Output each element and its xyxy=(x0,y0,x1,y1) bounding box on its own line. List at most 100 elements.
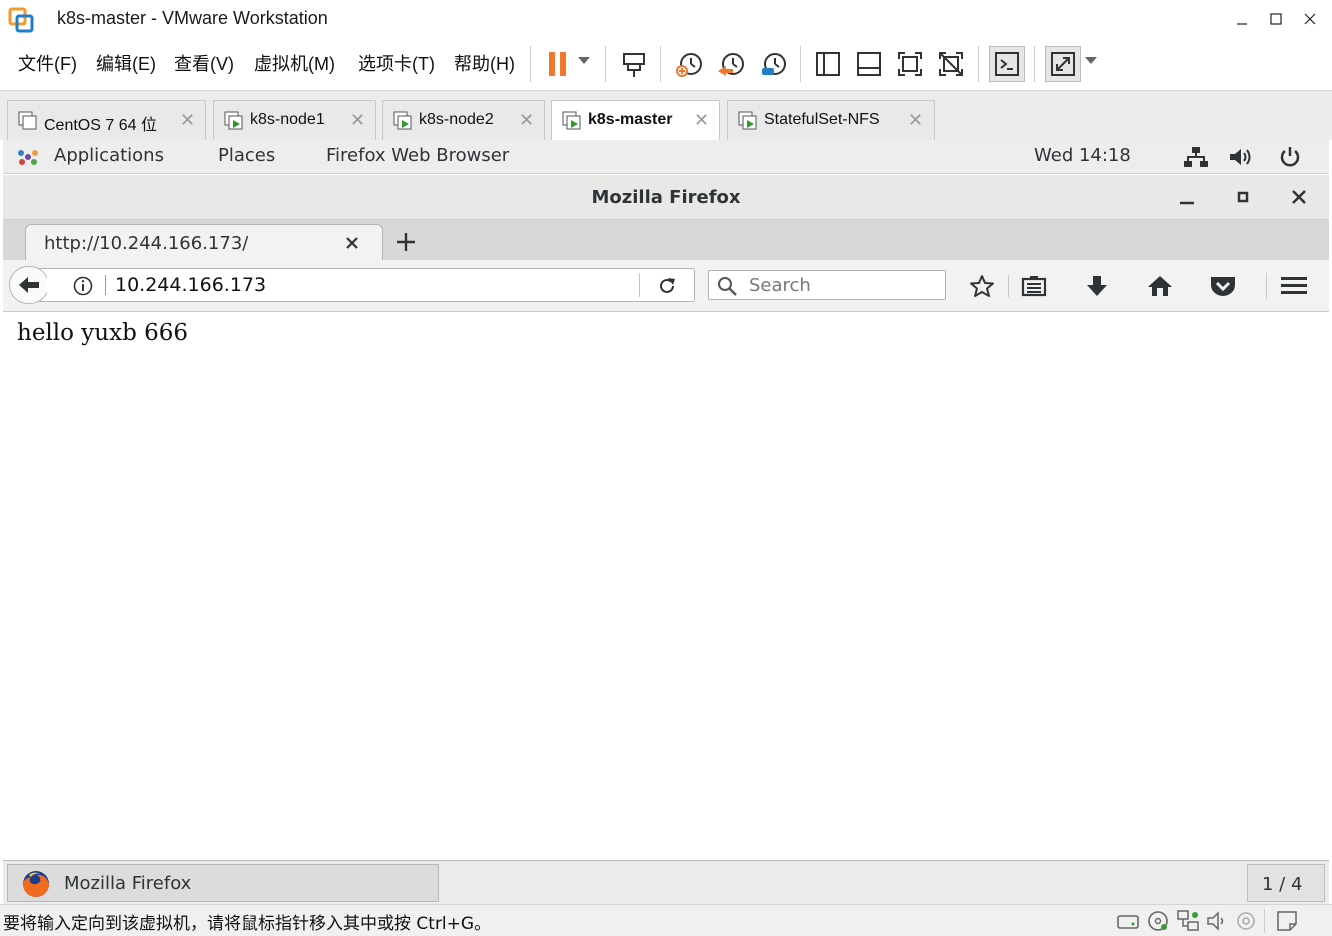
vm-tab-label: CentOS 7 64 位 xyxy=(44,117,157,134)
close-button[interactable] xyxy=(1296,6,1324,32)
cd-dvd-icon[interactable] xyxy=(1146,909,1170,933)
vm-tab[interactable]: k8s-node1 ✕ xyxy=(213,100,376,140)
pause-icon[interactable] xyxy=(540,46,576,82)
console-view-icon[interactable] xyxy=(989,46,1025,82)
menu-edit[interactable]: 编辑(E) xyxy=(96,50,156,76)
search-input[interactable]: Search xyxy=(708,270,946,300)
snapshot-manager-icon[interactable] xyxy=(756,46,792,82)
vmware-logo-icon xyxy=(8,7,34,33)
unity-mode-icon[interactable] xyxy=(933,46,969,82)
firefox-logo-icon xyxy=(20,869,52,899)
search-icon xyxy=(717,276,737,296)
url-divider xyxy=(639,273,640,297)
usb-device-icon[interactable] xyxy=(1235,910,1257,932)
reload-icon[interactable] xyxy=(657,276,677,296)
url-bar[interactable]: 10.244.166.173 xyxy=(47,268,695,302)
toolbar-separator xyxy=(978,46,979,82)
show-thumbnail-bar-icon[interactable] xyxy=(851,46,887,82)
menu-view[interactable]: 查看(V) xyxy=(174,50,234,76)
vm-tab-label: k8s-master xyxy=(588,111,673,128)
toolbar-separator xyxy=(530,46,531,82)
new-tab-icon[interactable] xyxy=(396,232,416,252)
applications-menu[interactable]: Applications xyxy=(54,145,164,166)
close-tab-icon[interactable]: ✕ xyxy=(519,110,534,131)
snapshot-revert-icon[interactable] xyxy=(714,46,750,82)
minimize-button[interactable] xyxy=(1228,6,1256,32)
vm-running-icon xyxy=(562,111,582,131)
firefox-close-button[interactable] xyxy=(1292,190,1306,204)
toolbar-separator xyxy=(1008,275,1009,297)
close-tab-icon[interactable]: ✕ xyxy=(694,110,709,131)
vm-tab[interactable]: CentOS 7 64 位 ✕ xyxy=(7,100,206,140)
close-tab-icon[interactable]: ✕ xyxy=(180,110,195,131)
back-button[interactable] xyxy=(9,266,49,304)
full-screen-icon[interactable] xyxy=(892,46,928,82)
firefox-tab-title: http://10.244.166.173/ xyxy=(44,233,249,254)
status-separator xyxy=(1264,909,1265,933)
status-message: 要将输入定向到该虚拟机，请将鼠标指针移入其中或按 Ctrl+G。 xyxy=(3,914,492,934)
workspace-switcher[interactable]: 1 / 4 xyxy=(1247,864,1325,902)
guest-taskbar: Mozilla Firefox 1 / 4 xyxy=(3,860,1329,904)
page-info-icon[interactable] xyxy=(73,276,93,296)
menu-help[interactable]: 帮助(H) xyxy=(454,50,515,76)
snapshot-take-icon[interactable] xyxy=(672,46,708,82)
vm-running-icon xyxy=(393,111,413,131)
firefox-maximize-button[interactable] xyxy=(1237,191,1249,203)
vm-tab[interactable]: StatefulSet-NFS ✕ xyxy=(727,100,935,140)
hamburger-menu-icon[interactable] xyxy=(1280,276,1308,296)
places-menu[interactable]: Places xyxy=(218,145,275,166)
vm-running-icon xyxy=(738,111,758,131)
stretch-dropdown-icon[interactable] xyxy=(1085,57,1097,65)
toolbar-separator xyxy=(605,46,606,82)
toolbar-separator xyxy=(660,46,661,82)
bookmark-star-icon[interactable] xyxy=(969,274,995,298)
taskbar-item-label: Mozilla Firefox xyxy=(64,873,192,894)
sound-card-icon[interactable] xyxy=(1206,910,1228,932)
downloads-icon[interactable] xyxy=(1085,274,1109,298)
home-icon[interactable] xyxy=(1147,274,1173,298)
network-adapter-icon[interactable] xyxy=(1176,909,1200,933)
firefox-minimize-button[interactable] xyxy=(1179,193,1195,205)
vm-tab-bar: CentOS 7 64 位 ✕ k8s-node1 ✕ k8s-node2 ✕ … xyxy=(0,90,1332,140)
page-content[interactable]: hello yuxb 666 xyxy=(3,312,1329,860)
window-title: k8s-master - VMware Workstation xyxy=(57,8,328,28)
toolbar-separator xyxy=(1266,273,1267,299)
gnome-top-bar: Applications Places Firefox Web Browser … xyxy=(3,140,1329,174)
taskbar-item-firefox[interactable]: Mozilla Firefox xyxy=(7,864,439,902)
firefox-tab-strip: http://10.244.166.173/ xyxy=(3,220,1329,261)
hard-disk-icon[interactable] xyxy=(1116,910,1140,932)
show-library-icon[interactable] xyxy=(810,46,846,82)
pocket-icon[interactable] xyxy=(1209,274,1237,298)
menu-tabs[interactable]: 选项卡(T) xyxy=(358,50,435,76)
search-placeholder: Search xyxy=(749,275,811,296)
menu-file[interactable]: 文件(F) xyxy=(18,50,77,76)
vm-tab-label: StatefulSet-NFS xyxy=(764,111,880,128)
message-log-icon[interactable] xyxy=(1276,910,1298,932)
close-tab-icon[interactable] xyxy=(346,237,358,249)
network-icon[interactable] xyxy=(1183,146,1209,168)
applications-icon xyxy=(17,147,39,167)
maximize-button[interactable] xyxy=(1262,6,1290,32)
toolbar-separator xyxy=(800,46,801,82)
active-app-menu[interactable]: Firefox Web Browser xyxy=(326,145,509,166)
stretch-guest-icon[interactable] xyxy=(1045,46,1081,82)
url-text[interactable]: 10.244.166.173 xyxy=(115,274,266,296)
page-body-text: hello yuxb 666 xyxy=(17,320,189,346)
volume-icon[interactable] xyxy=(1229,147,1255,167)
vm-tab[interactable]: k8s-node2 ✕ xyxy=(382,100,545,140)
power-icon[interactable] xyxy=(1278,145,1302,169)
pause-dropdown-icon[interactable] xyxy=(578,57,590,65)
bookmarks-menu-icon[interactable] xyxy=(1021,275,1047,297)
menu-vm[interactable]: 虚拟机(M) xyxy=(254,50,335,76)
vm-tab-active[interactable]: k8s-master ✕ xyxy=(551,100,720,140)
workspace-indicator: 1 / 4 xyxy=(1262,874,1303,895)
send-ctrl-alt-del-icon[interactable] xyxy=(616,46,652,82)
vm-running-icon xyxy=(224,111,244,131)
clock[interactable]: Wed 14:18 xyxy=(1034,145,1131,166)
close-tab-icon[interactable]: ✕ xyxy=(350,110,365,131)
vm-tab-label: k8s-node2 xyxy=(419,111,494,128)
firefox-tab[interactable]: http://10.244.166.173/ xyxy=(25,224,383,261)
close-tab-icon[interactable]: ✕ xyxy=(908,110,923,131)
vmware-titlebar: k8s-master - VMware Workstation xyxy=(0,0,1332,38)
firefox-nav-bar: 10.244.166.173 Search xyxy=(3,260,1329,312)
